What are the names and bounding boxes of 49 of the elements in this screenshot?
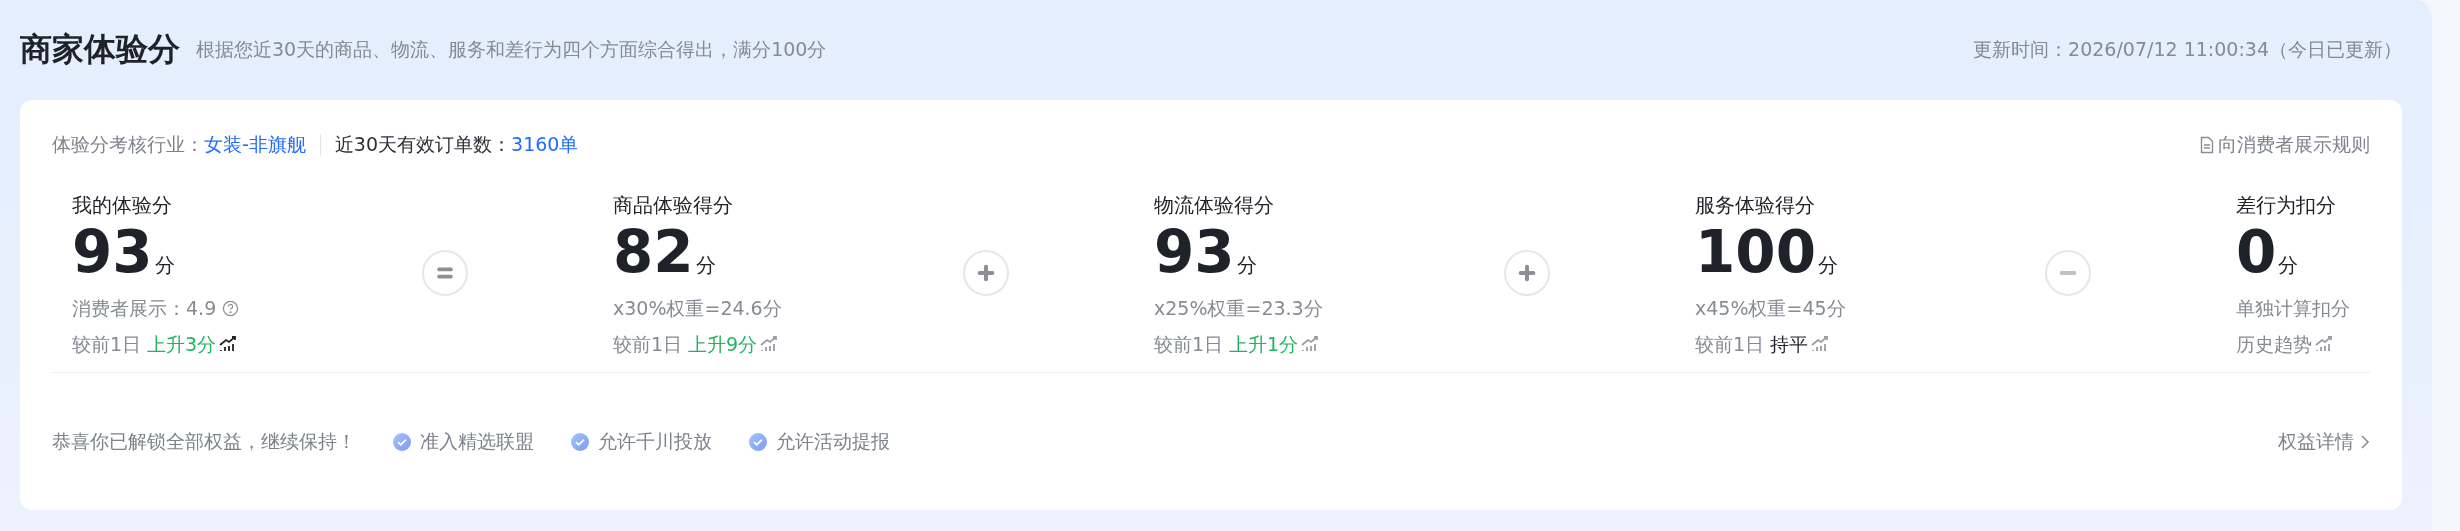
help-icon[interactable] (222, 299, 240, 317)
benefit-label: 准入精选联盟 (420, 428, 534, 454)
benefit-label: 允许活动提报 (776, 428, 890, 454)
rules-link[interactable]: 向消费者展示规则 (2200, 132, 2370, 158)
trend-label: 较前1日 (1154, 332, 1224, 357)
benefit-details-link[interactable]: 权益详情 (2278, 428, 2370, 455)
chevron-right-icon (2360, 433, 2370, 450)
score-value: 100 (1695, 220, 1817, 284)
score-unit: 分 (695, 252, 716, 279)
metric-detail: x45%权重=45分 (1695, 296, 1846, 321)
page-title: 商家体验分 (20, 29, 180, 70)
check-circle-icon (570, 431, 590, 452)
score-value: 0 (2236, 220, 2277, 284)
trend-label: 较前1日 (1695, 332, 1765, 357)
metric-label: 我的体验分 (72, 192, 173, 219)
benefit-label: 允许千川投放 (598, 428, 712, 454)
document-icon (2200, 136, 2214, 154)
trend-label: 历史趋势 (2236, 332, 2312, 357)
metric-label: 差行为扣分 (2236, 192, 2337, 219)
trend-change: 上升3分 (147, 332, 217, 357)
metric-detail: 消费者展示：4.9 (72, 296, 217, 321)
trend-change: 持平 (1770, 332, 1809, 357)
trend-label: 较前1日 (613, 332, 683, 357)
page-subtitle: 根据您近30天的商品、物流、服务和差行为四个方面综合得出，满分100分 (196, 37, 827, 62)
trend-change: 上升1分 (1229, 332, 1299, 357)
unlock-message: 恭喜你已解锁全部权益，继续保持！ (52, 428, 356, 454)
score-unit: 分 (154, 252, 175, 279)
metric-label: 商品体验得分 (613, 192, 734, 219)
score-unit: 分 (1236, 252, 1257, 279)
trend-chart-icon[interactable] (218, 335, 239, 353)
metric-label: 服务体验得分 (1695, 192, 1816, 219)
score-value: 93 (72, 220, 153, 284)
trend-label: 较前1日 (72, 332, 142, 357)
orders-label: 近30天有效订单数： (334, 132, 512, 157)
orders-value: 3160单 (511, 132, 579, 157)
industry-value: 女装-非旗舰 (204, 132, 306, 157)
check-circle-icon (748, 431, 768, 452)
score-value: 82 (613, 220, 694, 284)
update-time: 更新时间：2026/07/12 11:00:34（今日已更新） (1973, 37, 2402, 62)
score-unit: 分 (1818, 252, 1839, 279)
score-unit: 分 (2278, 252, 2299, 279)
metric-detail: x30%权重=24.6分 (613, 296, 782, 321)
check-circle-icon (392, 431, 412, 452)
industry-label: 体验分考核行业： (52, 132, 204, 157)
metric-label: 物流体验得分 (1154, 192, 1275, 219)
metric-detail: 单独计算扣分 (2236, 296, 2350, 321)
trend-change: 上升9分 (688, 332, 758, 357)
metric-detail: x25%权重=23.3分 (1154, 296, 1323, 321)
score-value: 93 (1154, 220, 1235, 284)
